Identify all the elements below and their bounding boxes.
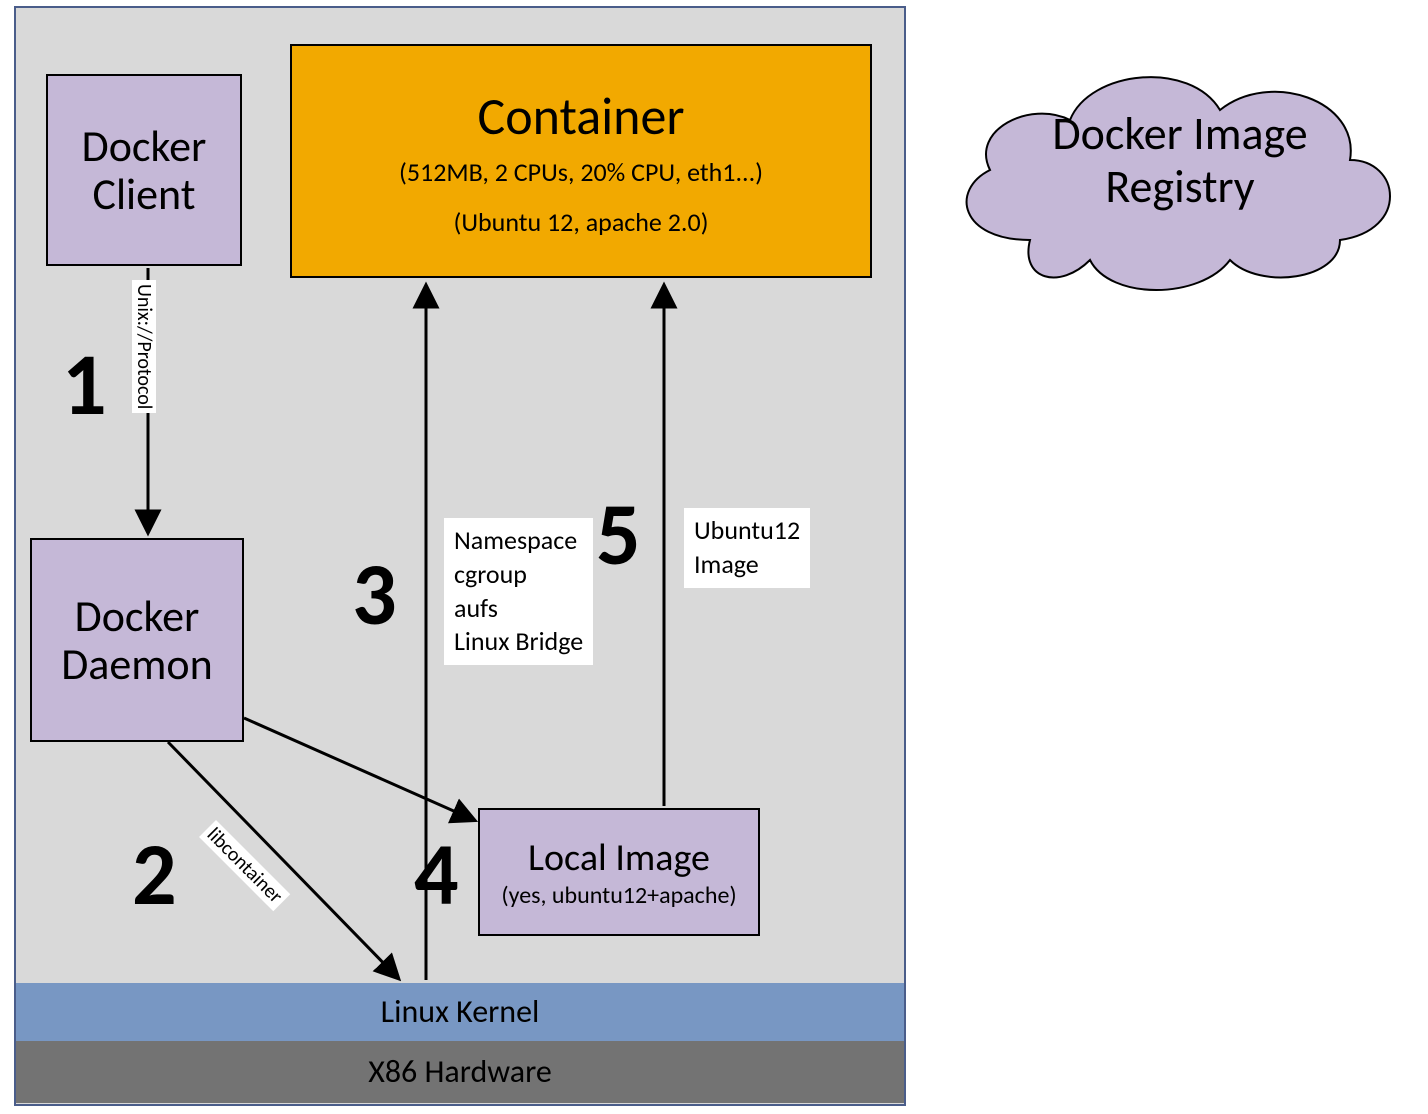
note-kernel-features: Namespace cgroup aufs Linux Bridge xyxy=(444,518,593,665)
container-box: Container (512MB, 2 CPUs, 20% CPU, eth1.… xyxy=(290,44,872,278)
hardware-label: X86 Hardware xyxy=(368,1054,552,1089)
local-image-title: Local Image xyxy=(528,835,710,881)
registry-cloud-label: Docker Image Registry xyxy=(920,108,1428,214)
docker-daemon-box: Docker Daemon xyxy=(30,538,244,742)
step-1: 1 xyxy=(62,330,107,438)
diagram-canvas: Linux Kernel X86 Hardware Docker Client … xyxy=(0,0,1428,1114)
step-5: 5 xyxy=(596,480,641,588)
hardware-layer: X86 Hardware xyxy=(16,1041,904,1103)
step-2: 2 xyxy=(132,820,177,928)
step-4: 4 xyxy=(414,820,459,928)
container-image: (Ubuntu 12, apache 2.0) xyxy=(453,206,708,239)
local-image-sub: (yes, ubuntu12+apache) xyxy=(501,881,736,910)
kernel-layer: Linux Kernel xyxy=(16,983,904,1041)
kernel-label: Linux Kernel xyxy=(381,994,540,1029)
container-title: Container xyxy=(478,84,685,148)
edge-label-unix: Unix://Protocol xyxy=(132,280,156,413)
note-image: Ubuntu12 Image xyxy=(684,508,810,588)
docker-client-box: Docker Client xyxy=(46,74,242,266)
container-specs: (512MB, 2 CPUs, 20% CPU, eth1...) xyxy=(399,156,763,189)
local-image-box: Local Image (yes, ubuntu12+apache) xyxy=(478,808,760,936)
docker-daemon-label: Docker Daemon xyxy=(61,592,213,689)
step-3: 3 xyxy=(352,540,397,648)
docker-client-label: Docker Client xyxy=(82,122,207,219)
